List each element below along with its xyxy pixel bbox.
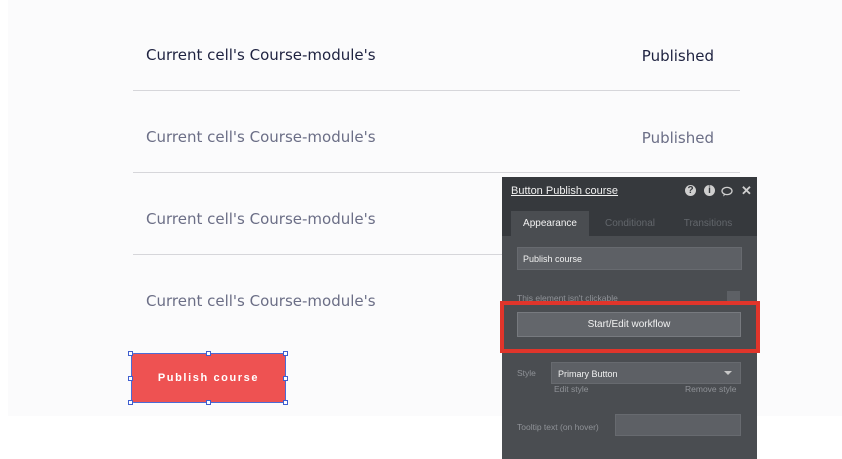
chevron-down-icon xyxy=(724,371,732,375)
resize-handle[interactable] xyxy=(128,351,133,356)
style-select-value: Primary Button xyxy=(558,369,618,379)
comment-icon[interactable] xyxy=(721,186,733,197)
info-icon[interactable]: i xyxy=(704,185,715,196)
edit-style-link[interactable]: Edit style xyxy=(554,384,589,394)
resize-handle[interactable] xyxy=(283,400,288,405)
panel-header: Button Publish course ? i ✕ xyxy=(502,177,757,207)
resize-handle[interactable] xyxy=(128,400,133,405)
table-row[interactable]: Current cell's Course-module's Published xyxy=(133,8,740,91)
style-select[interactable]: Primary Button xyxy=(551,362,741,384)
resize-handle[interactable] xyxy=(206,351,211,356)
module-name-cell: Current cell's Course-module's xyxy=(146,292,376,310)
tab-appearance[interactable]: Appearance xyxy=(511,211,589,236)
resize-handle[interactable] xyxy=(206,400,211,405)
style-label: Style xyxy=(517,368,536,378)
module-name-cell: Current cell's Course-module's xyxy=(146,46,376,64)
tooltip-input[interactable] xyxy=(615,414,741,436)
close-icon[interactable]: ✕ xyxy=(741,184,752,197)
table-row[interactable]: Current cell's Course-module's Published xyxy=(133,90,740,173)
panel-title[interactable]: Button Publish course xyxy=(511,185,618,197)
resize-handle[interactable] xyxy=(283,351,288,356)
button-text-input[interactable]: Publish course xyxy=(517,247,742,270)
resize-handle[interactable] xyxy=(283,376,288,381)
tooltip-label: Tooltip text (on hover) xyxy=(517,422,599,432)
module-name-cell: Current cell's Course-module's xyxy=(146,210,376,228)
status-cell: Published xyxy=(641,47,714,65)
tab-conditional[interactable]: Conditional xyxy=(591,211,669,236)
panel-tabs: Appearance Conditional Transitions xyxy=(502,207,757,236)
remove-style-link[interactable]: Remove style xyxy=(685,384,737,394)
publish-course-button[interactable]: Publish course xyxy=(131,353,286,403)
highlight-box xyxy=(500,301,760,353)
help-icon[interactable]: ? xyxy=(685,185,696,196)
module-name-cell: Current cell's Course-module's xyxy=(146,128,376,146)
resize-handle[interactable] xyxy=(128,376,133,381)
tab-transitions[interactable]: Transitions xyxy=(669,211,747,236)
status-cell: Published xyxy=(641,129,714,147)
